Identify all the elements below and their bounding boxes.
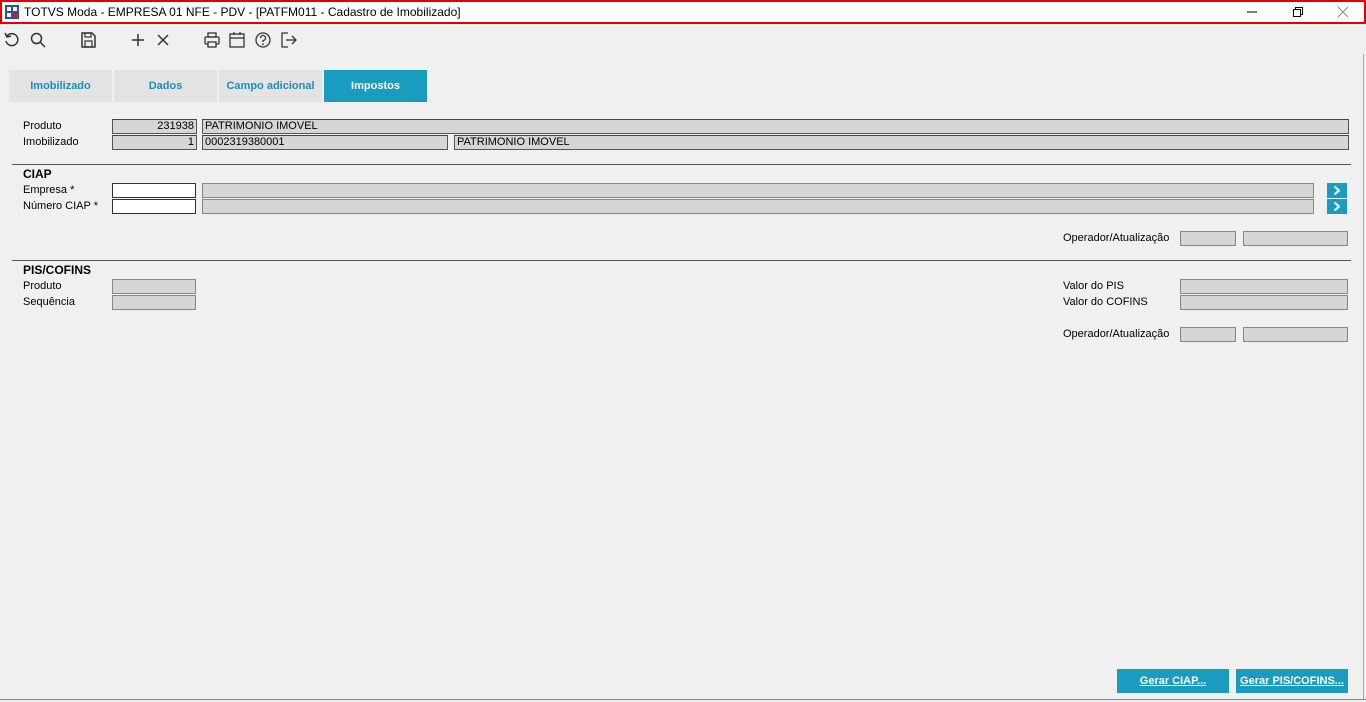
add-button[interactable] bbox=[128, 30, 148, 50]
minimize-icon bbox=[1247, 11, 1257, 13]
pis-cofins-section-title: PIS/COFINS bbox=[23, 263, 92, 277]
delete-button[interactable] bbox=[153, 30, 173, 50]
produto-code-field: 231938 bbox=[112, 119, 197, 134]
ciap-operador-label: Operador/Atualização bbox=[1063, 232, 1170, 244]
gerar-pis-cofins-button[interactable]: Gerar PIS/COFINS... bbox=[1236, 669, 1348, 693]
close-button[interactable] bbox=[1320, 2, 1366, 22]
divider bbox=[12, 164, 1351, 165]
delete-icon bbox=[157, 34, 169, 46]
pis-atualizacao-field bbox=[1243, 327, 1348, 342]
ciap-operador-field bbox=[1180, 231, 1236, 246]
exit-button[interactable] bbox=[279, 30, 299, 50]
toolbar bbox=[0, 26, 1366, 54]
tab-impostos[interactable]: Impostos bbox=[324, 70, 427, 102]
window-edge bbox=[1363, 54, 1364, 699]
chevron-right-icon bbox=[1333, 202, 1341, 211]
close-icon bbox=[1338, 7, 1348, 17]
empresa-input[interactable] bbox=[112, 183, 196, 198]
numero-ciap-input[interactable] bbox=[112, 199, 196, 214]
pis-operador-label: Operador/Atualização bbox=[1063, 328, 1170, 340]
pis-produto-label: Produto bbox=[23, 280, 62, 292]
ciap-atualizacao-field bbox=[1243, 231, 1348, 246]
divider bbox=[12, 260, 1351, 261]
imobilizado-label: Imobilizado bbox=[23, 136, 79, 148]
pis-operador-field bbox=[1180, 327, 1236, 342]
ciap-section-title: CIAP bbox=[23, 167, 52, 181]
add-icon bbox=[132, 34, 144, 46]
calendar-button[interactable] bbox=[227, 30, 247, 50]
empresa-desc-field bbox=[202, 183, 1314, 198]
minimize-button[interactable] bbox=[1229, 2, 1275, 22]
window-title: TOTVS Moda - EMPRESA 01 NFE - PDV - [PAT… bbox=[24, 5, 461, 19]
print-button[interactable] bbox=[202, 30, 222, 50]
exit-icon bbox=[281, 32, 297, 48]
chevron-right-icon bbox=[1333, 186, 1341, 195]
valor-cofins-label: Valor do COFINS bbox=[1063, 296, 1148, 308]
empresa-label: Empresa * bbox=[23, 184, 75, 196]
app-logo-icon bbox=[5, 5, 19, 19]
refresh-button[interactable] bbox=[2, 30, 22, 50]
search-button[interactable] bbox=[28, 30, 48, 50]
pis-produto-field bbox=[112, 279, 196, 294]
valor-pis-field bbox=[1180, 279, 1348, 294]
sequencia-field bbox=[112, 295, 196, 310]
calendar-icon bbox=[229, 32, 245, 48]
imobilizado-code-field: 0002319380001 bbox=[202, 135, 448, 150]
app-window: TOTVS Moda - EMPRESA 01 NFE - PDV - [PAT… bbox=[0, 0, 1366, 702]
imobilizado-num-field: 1 bbox=[112, 135, 197, 150]
restore-icon bbox=[1293, 7, 1303, 17]
tab-campo-adicional[interactable]: Campo adicional bbox=[219, 70, 322, 102]
save-icon bbox=[81, 32, 96, 48]
save-button[interactable] bbox=[78, 30, 98, 50]
produto-desc-field: PATRIMONIO IMOVEL bbox=[202, 119, 1349, 134]
valor-cofins-field bbox=[1180, 295, 1348, 310]
help-icon bbox=[255, 32, 271, 48]
gerar-ciap-button[interactable]: Gerar CIAP... bbox=[1117, 669, 1229, 693]
restore-button[interactable] bbox=[1275, 2, 1321, 22]
produto-label: Produto bbox=[23, 120, 62, 132]
tab-imobilizado[interactable]: Imobilizado bbox=[9, 70, 112, 102]
status-divider bbox=[0, 699, 1366, 700]
tab-dados[interactable]: Dados bbox=[114, 70, 217, 102]
search-icon bbox=[30, 32, 46, 48]
imobilizado-desc-field: PATRIMONIO IMOVEL bbox=[454, 135, 1349, 150]
empresa-lookup-button[interactable] bbox=[1327, 183, 1347, 198]
print-icon bbox=[204, 32, 220, 48]
title-bar: TOTVS Moda - EMPRESA 01 NFE - PDV - [PAT… bbox=[0, 0, 1366, 24]
sequencia-label: Sequência bbox=[23, 296, 75, 308]
numero-ciap-desc-field bbox=[202, 199, 1314, 214]
numero-ciap-label: Número CIAP * bbox=[23, 200, 98, 212]
help-button[interactable] bbox=[253, 30, 273, 50]
refresh-icon bbox=[4, 32, 19, 47]
numero-ciap-lookup-button[interactable] bbox=[1327, 199, 1347, 214]
valor-pis-label: Valor do PIS bbox=[1063, 280, 1124, 292]
